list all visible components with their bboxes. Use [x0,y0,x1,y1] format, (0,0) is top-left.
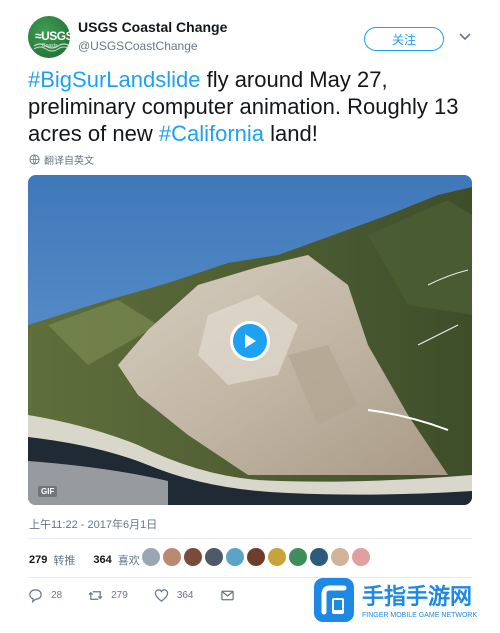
tweet-text: #BigSurLandslide fly around May 27, prel… [28,66,488,147]
liker-avatar[interactable] [331,548,349,566]
avatar[interactable]: ≈USGS Coasts [28,16,70,58]
reply-icon [29,589,42,603]
divider [28,538,472,539]
gif-badge: GIF [38,486,58,497]
globe-icon [29,154,40,165]
avatar-logo-text: ≈USGS [35,29,70,43]
finger-game-logo-icon: 手指手游网 FINGER MOBILE GAME NETWORK [314,578,477,622]
retweet-button[interactable]: 279 [88,588,128,603]
liker-avatar[interactable] [205,548,223,566]
like-button[interactable]: 364 [154,588,194,603]
translate-link[interactable]: 翻译自英文 [29,152,94,167]
site-watermark: 手指手游网 FINGER MOBILE GAME NETWORK [310,572,500,628]
liker-avatar[interactable] [163,548,181,566]
watermark-subtitle: FINGER MOBILE GAME NETWORK [362,612,477,619]
tweet-actions: 28 279 364 [28,588,261,603]
tweet-header: ≈USGS Coasts USGS Coastal Change @USGSCo… [0,0,500,68]
tweet-media-video[interactable]: GIF [28,175,472,505]
retweet-count: 279 [111,590,128,601]
retweets-count[interactable]: 279 [29,554,47,566]
play-button[interactable] [230,321,270,361]
hashtag-california[interactable]: #California [159,121,264,146]
liker-avatar[interactable] [247,548,265,566]
watermark-title: 手指手游网 [362,584,472,609]
avatar-logo-subtext: Coasts [42,43,58,49]
likes-label[interactable]: 喜欢 [118,552,140,568]
like-count: 364 [176,590,194,601]
liker-avatar[interactable] [289,548,307,566]
liker-avatars [142,548,370,566]
liker-avatar[interactable] [268,548,286,566]
tweet-stats: 279 转推 364 喜欢 [29,552,140,568]
liker-avatar[interactable] [310,548,328,566]
retweet-icon [88,591,103,600]
message-button[interactable] [220,588,235,603]
hashtag-bigsurlandslide[interactable]: #BigSurLandslide [28,67,200,92]
account-name[interactable]: USGS Coastal Change [78,19,227,35]
play-icon [245,334,256,348]
reply-button[interactable]: 28 [28,588,62,603]
retweets-label[interactable]: 转推 [53,552,75,568]
translate-label: 翻译自英文 [44,156,94,167]
liker-avatar[interactable] [184,548,202,566]
liker-avatar[interactable] [352,548,370,566]
liker-avatar[interactable] [226,548,244,566]
tweet-text-part2: land! [264,121,318,146]
reply-count: 28 [51,590,63,601]
mail-icon [220,590,234,601]
follow-button[interactable]: 关注 [364,27,444,51]
heart-icon [154,589,169,602]
tweet-timestamp[interactable]: 上午11:22 - 2017年6月1日 [29,516,157,532]
account-handle[interactable]: @USGSCoastChange [78,39,198,53]
chevron-down-icon[interactable] [458,32,472,42]
liker-avatar[interactable] [142,548,160,566]
likes-count[interactable]: 364 [93,554,111,566]
